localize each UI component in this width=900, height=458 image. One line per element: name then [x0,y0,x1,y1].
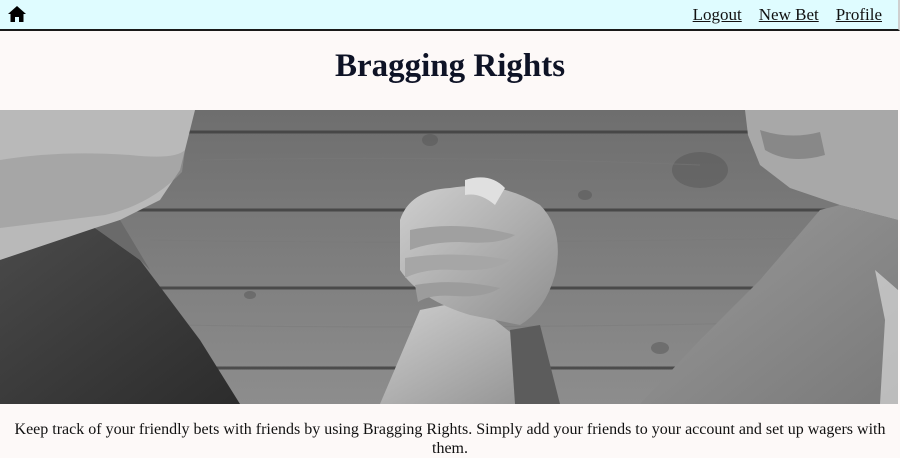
home-icon-glyph [8,6,26,22]
intro-description: Keep track of your friendly bets with fr… [14,421,886,457]
home-icon[interactable] [7,5,27,23]
page-title: Bragging Rights [334,48,566,84]
top-navbar: Logout New Bet Profile [0,0,900,31]
new-bet-link[interactable]: New Bet [759,5,819,25]
arm-wrestling-photo [0,110,898,404]
profile-link[interactable]: Profile [836,5,882,25]
logout-link[interactable]: Logout [693,5,742,25]
nav-links: Logout New Bet Profile [693,5,882,25]
hero-image [0,110,898,404]
